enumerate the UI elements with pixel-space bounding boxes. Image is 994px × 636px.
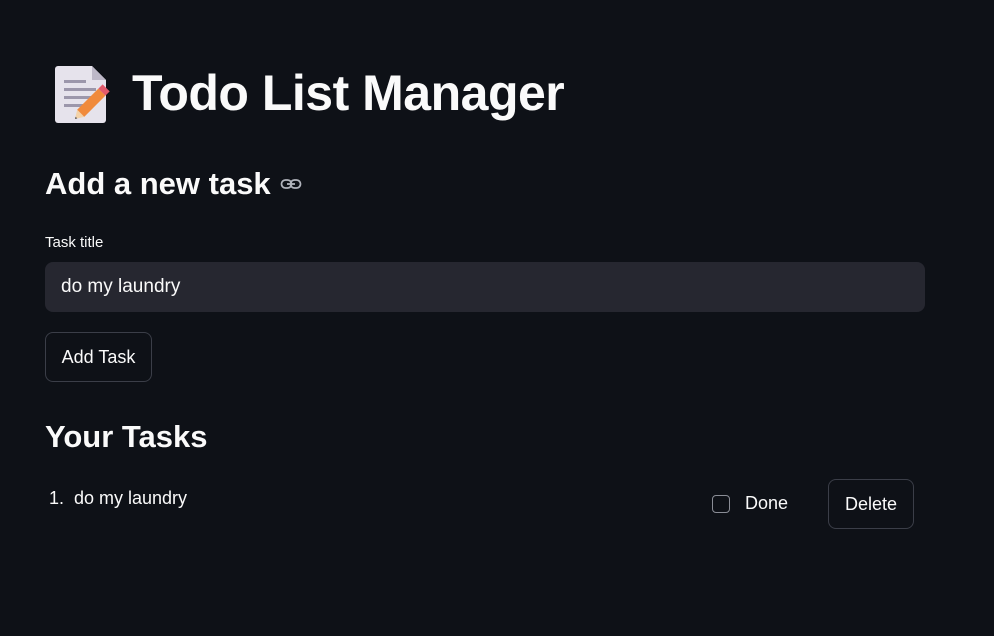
app-page: Todo List Manager Add a new task Task ti…: [0, 0, 994, 636]
page-title: Todo List Manager: [132, 65, 565, 121]
done-checkbox-group[interactable]: Done: [712, 493, 788, 514]
add-task-heading-row: Add a new task: [45, 168, 302, 199]
add-task-button[interactable]: Add Task: [45, 332, 152, 382]
task-index: 1.: [49, 488, 65, 508]
memo-icon: [55, 66, 110, 123]
add-task-heading: Add a new task: [45, 166, 271, 201]
your-tasks-heading: Your Tasks: [45, 419, 208, 454]
task-title-label: Task title: [45, 234, 104, 251]
task-title-input[interactable]: [45, 262, 925, 312]
title-row: Todo List Manager: [54, 62, 565, 124]
done-checkbox[interactable]: [712, 494, 730, 513]
done-label[interactable]: Done: [745, 493, 788, 514]
task-title: do my laundry: [74, 488, 188, 508]
link-icon[interactable]: [280, 177, 302, 191]
delete-task-button[interactable]: Delete: [828, 479, 914, 529]
